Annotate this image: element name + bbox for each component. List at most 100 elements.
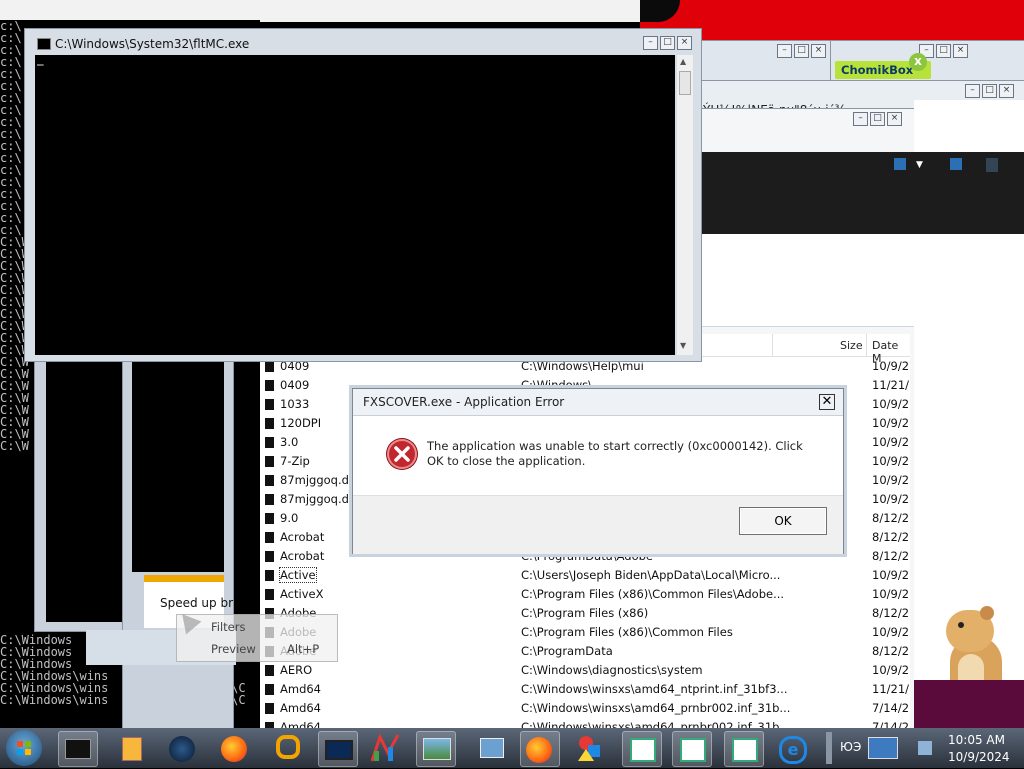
taskbar-window-icon-2[interactable] <box>622 731 662 767</box>
table-row[interactable]: Amd64 C:\Windows\winsxs\amd64_prnbr002.in… <box>262 699 910 718</box>
dialog-close-button[interactable]: ✕ <box>819 394 835 410</box>
start-button[interactable] <box>6 730 42 766</box>
close-button[interactable]: × <box>811 44 826 58</box>
close-button[interactable]: × <box>999 84 1014 98</box>
application-error-dialog[interactable]: FXSCOVER.exe - Application Error ✕ The a… <box>352 388 844 554</box>
row-name: Acrobat <box>280 530 325 544</box>
row-path: C:\ProgramData <box>521 644 613 658</box>
row-name: 87mjggoq.de <box>280 473 356 487</box>
ok-button[interactable]: OK <box>739 507 827 535</box>
scroll-thumb[interactable] <box>679 71 691 95</box>
row-date: 10/9/2 <box>872 397 910 411</box>
taskbar-chart-app-icon[interactable] <box>366 731 404 765</box>
taskbar-image-viewer-icon[interactable] <box>416 731 456 767</box>
row-path: C:\Windows\winsxs\amd64_prnbr002.inf_31b… <box>521 701 791 715</box>
row-name: Acrobat <box>280 549 325 563</box>
scroll-up-icon[interactable]: ▲ <box>680 57 686 66</box>
cmd-console-screen[interactable]: _ <box>35 53 675 355</box>
taskbar-window-icon-3[interactable] <box>672 731 712 767</box>
window-controls[interactable]: – □ × <box>965 84 1014 98</box>
window-controls[interactable]: – □ × <box>643 36 692 50</box>
table-row[interactable]: Adobe C:\Program Files (x86) 8/12/2 <box>262 604 910 623</box>
table-row[interactable]: ActiveX C:\Program Files (x86)\Common Fil… <box>262 585 910 604</box>
taskbar-firefox-icon-2[interactable] <box>520 731 560 767</box>
console-window-icon <box>37 38 51 50</box>
tray-text[interactable]: ЮЭ <box>840 740 861 754</box>
taskbar-cmd-icon[interactable] <box>58 731 98 767</box>
clock-date[interactable]: 10/9/2024 <box>948 750 1010 764</box>
row-name: 7-Zip <box>280 454 310 468</box>
table-row[interactable]: Active C:\Users\Joseph Biden\AppData\Loca… <box>262 566 910 585</box>
close-button[interactable]: × <box>953 44 968 58</box>
cmd-window-title: C:\Windows\System32\fltMC.exe <box>55 37 250 51</box>
row-path: C:\Windows\winsxs\amd64_ntprint.inf_31bf… <box>521 682 788 696</box>
clock-time[interactable]: 10:05 AM <box>948 733 1005 747</box>
error-icon <box>387 439 417 469</box>
background-window-black-a <box>46 362 122 622</box>
row-name: 120DPI <box>280 416 322 430</box>
tray-volume-icon[interactable] <box>912 731 940 765</box>
window-controls[interactable]: – □ × <box>919 44 968 58</box>
minimize-button[interactable]: – <box>643 36 658 50</box>
column-header-size[interactable]: Size <box>840 339 863 352</box>
preview-shortcut: Alt+P <box>287 642 320 656</box>
maximize-button[interactable]: □ <box>794 44 809 58</box>
row-date: 10/9/2 <box>872 663 910 677</box>
background-window-black-b <box>132 362 224 572</box>
filters-menu-item[interactable]: Filters <box>211 620 245 634</box>
toolbar-icon[interactable] <box>986 158 998 172</box>
minimize-button[interactable]: – <box>965 84 980 98</box>
taskbar-media-icon[interactable] <box>112 731 150 765</box>
taskbar-shapes-icon[interactable] <box>572 731 610 765</box>
row-name: 1033 <box>280 397 310 411</box>
row-date: 8/12/2 <box>872 606 910 620</box>
maximize-button[interactable]: □ <box>936 44 951 58</box>
folder-icon <box>265 513 274 524</box>
window-controls[interactable]: – □ × <box>853 112 902 126</box>
folder-icon <box>265 399 274 410</box>
table-row[interactable]: AdobeC:\ProgramData8/12/2 <box>262 642 910 661</box>
close-button[interactable]: × <box>887 112 902 126</box>
minimize-button[interactable]: – <box>853 112 868 126</box>
scroll-down-icon[interactable]: ▼ <box>680 341 686 350</box>
row-date: 8/12/2 <box>872 511 910 525</box>
maximize-button[interactable]: □ <box>660 36 675 50</box>
dialog-titlebar[interactable]: FXSCOVER.exe - Application Error ✕ <box>353 389 843 416</box>
tray-network-icon[interactable] <box>864 731 904 765</box>
taskbar-globe-icon[interactable] <box>164 731 202 765</box>
vertical-scrollbar[interactable]: ▲ ▼ <box>677 55 693 355</box>
taskbar-internet-explorer-icon[interactable]: e <box>774 731 812 765</box>
console-cursor: _ <box>37 53 44 66</box>
row-date: 10/9/2 <box>872 625 910 639</box>
dropdown-arrow-icon[interactable]: ▼ <box>916 160 923 170</box>
taskbar-firefox-icon[interactable] <box>216 731 254 765</box>
maximize-button[interactable]: □ <box>982 84 997 98</box>
toolbar-icon[interactable] <box>950 158 962 170</box>
window-controls[interactable]: – □ × <box>777 44 826 58</box>
toolbar-icon[interactable] <box>894 158 906 170</box>
table-row[interactable]: AERO C:\Windows\diagnostics\system 10/9/2 <box>262 661 910 680</box>
taskbar-search-icon[interactable] <box>268 731 306 765</box>
row-date: 10/9/2 <box>872 473 910 487</box>
taskbar-window-icon-4[interactable] <box>724 731 764 767</box>
chomikbox-close-icon[interactable]: x <box>909 53 927 71</box>
media-toolbar-icons: ▼ <box>894 158 1004 174</box>
maximize-button[interactable]: □ <box>870 112 885 126</box>
cmd-window[interactable]: C:\Windows\System32\fltMC.exe – □ × _ ▲ ▼ <box>24 28 702 362</box>
row-date: 8/12/2 <box>872 549 910 563</box>
folder-icon <box>265 551 274 562</box>
table-row[interactable]: Amd64 C:\Windows\winsxs\amd64_ntprint.inf… <box>262 680 910 699</box>
minimize-button[interactable]: – <box>777 44 792 58</box>
table-row[interactable]: AdobeC:\Program Files (x86)\Common Files… <box>262 623 910 642</box>
row-date: 10/9/2 <box>872 435 910 449</box>
taskbar-window-icon[interactable] <box>318 731 358 767</box>
folder-icon <box>265 437 274 448</box>
close-button[interactable]: × <box>677 36 692 50</box>
row-name: Amd64 <box>280 682 322 696</box>
taskbar-remote-icon[interactable] <box>472 731 510 765</box>
preview-menu-item[interactable]: Preview <box>211 642 256 656</box>
row-date: 10/9/2 <box>872 492 910 506</box>
folder-icon <box>265 665 274 676</box>
row-date: 8/12/2 <box>872 644 910 658</box>
row-date: 10/9/2 <box>872 416 910 430</box>
